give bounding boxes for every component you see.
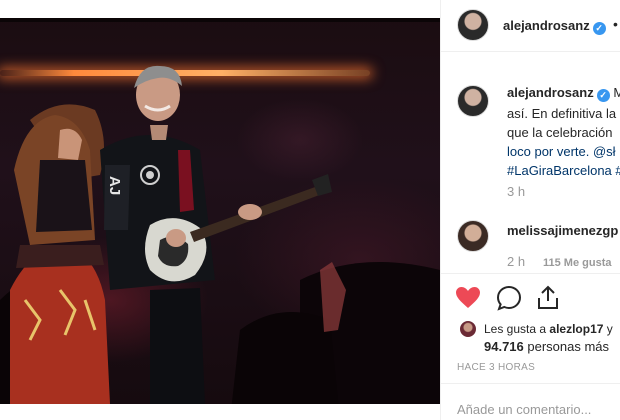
- commenter-username[interactable]: melissajimenezgp: [507, 223, 618, 238]
- comment-input[interactable]: Añade un comentario...: [457, 402, 591, 417]
- author-username-text[interactable]: alejandrosanz: [503, 18, 590, 33]
- caption-line-2: así. En definitiva la: [507, 106, 617, 121]
- commenter-avatar[interactable]: [457, 220, 489, 252]
- share-upload-icon[interactable]: [536, 284, 560, 310]
- likes-count[interactable]: 94.716 personas más: [484, 339, 609, 354]
- caption-body: así. En definitiva la que la celebración…: [507, 104, 620, 180]
- caption-line-3: que la celebración: [507, 125, 613, 140]
- author-username[interactable]: alejandrosanz ✓: [503, 18, 606, 35]
- comment-bubble-icon[interactable]: [496, 285, 522, 311]
- photo-top-edge: [0, 18, 440, 22]
- verified-badge-icon: ✓: [592, 22, 606, 35]
- post-photo[interactable]: AJ: [0, 0, 440, 420]
- caption-author[interactable]: alejandrosanz✓ M: [507, 85, 620, 102]
- author-avatar[interactable]: [457, 9, 489, 41]
- likes-count-suffix[interactable]: personas más: [524, 339, 609, 354]
- caption-username-text[interactable]: alejandrosanz: [507, 85, 594, 100]
- comment-input-bar: Añade un comentario...: [441, 383, 620, 420]
- liked-by-text: Les gusta a alezlop17 y: [484, 322, 613, 336]
- caption-line-5[interactable]: #LaGiraBarcelona #: [507, 161, 620, 180]
- liker-avatar[interactable]: [459, 320, 477, 338]
- photo-top-margin: [0, 0, 440, 18]
- liked-by-suffix: y: [603, 322, 613, 336]
- post-sidebar: alejandrosanz✓ • alejandrosanz✓ M así. E…: [440, 0, 620, 420]
- liked-by-user[interactable]: alezlop17: [549, 322, 603, 336]
- likes-count-number[interactable]: 94.716: [484, 339, 524, 354]
- caption-line-1: M: [613, 85, 620, 100]
- post-header: alejandrosanz ✓ •: [441, 0, 620, 52]
- caption-time: 3 h: [507, 184, 526, 199]
- liked-by-prefix: Les gusta a: [484, 322, 550, 336]
- comment-time: 2 h: [507, 254, 526, 269]
- photo-bottom-margin: [0, 404, 440, 420]
- comment-likes[interactable]: 115 Me gusta: [543, 257, 611, 269]
- svg-text:AJ: AJ: [106, 176, 123, 195]
- more-options-icon[interactable]: •: [613, 16, 618, 32]
- concert-scene: AJ: [0, 65, 440, 420]
- caption-line-4[interactable]: loco por verte. @sł: [507, 142, 620, 161]
- post-timestamp[interactable]: HACE 3 HORAS: [457, 362, 535, 373]
- verified-badge-icon: ✓: [596, 89, 610, 102]
- caption-author-avatar[interactable]: [457, 85, 489, 117]
- heart-filled-icon[interactable]: [455, 286, 481, 310]
